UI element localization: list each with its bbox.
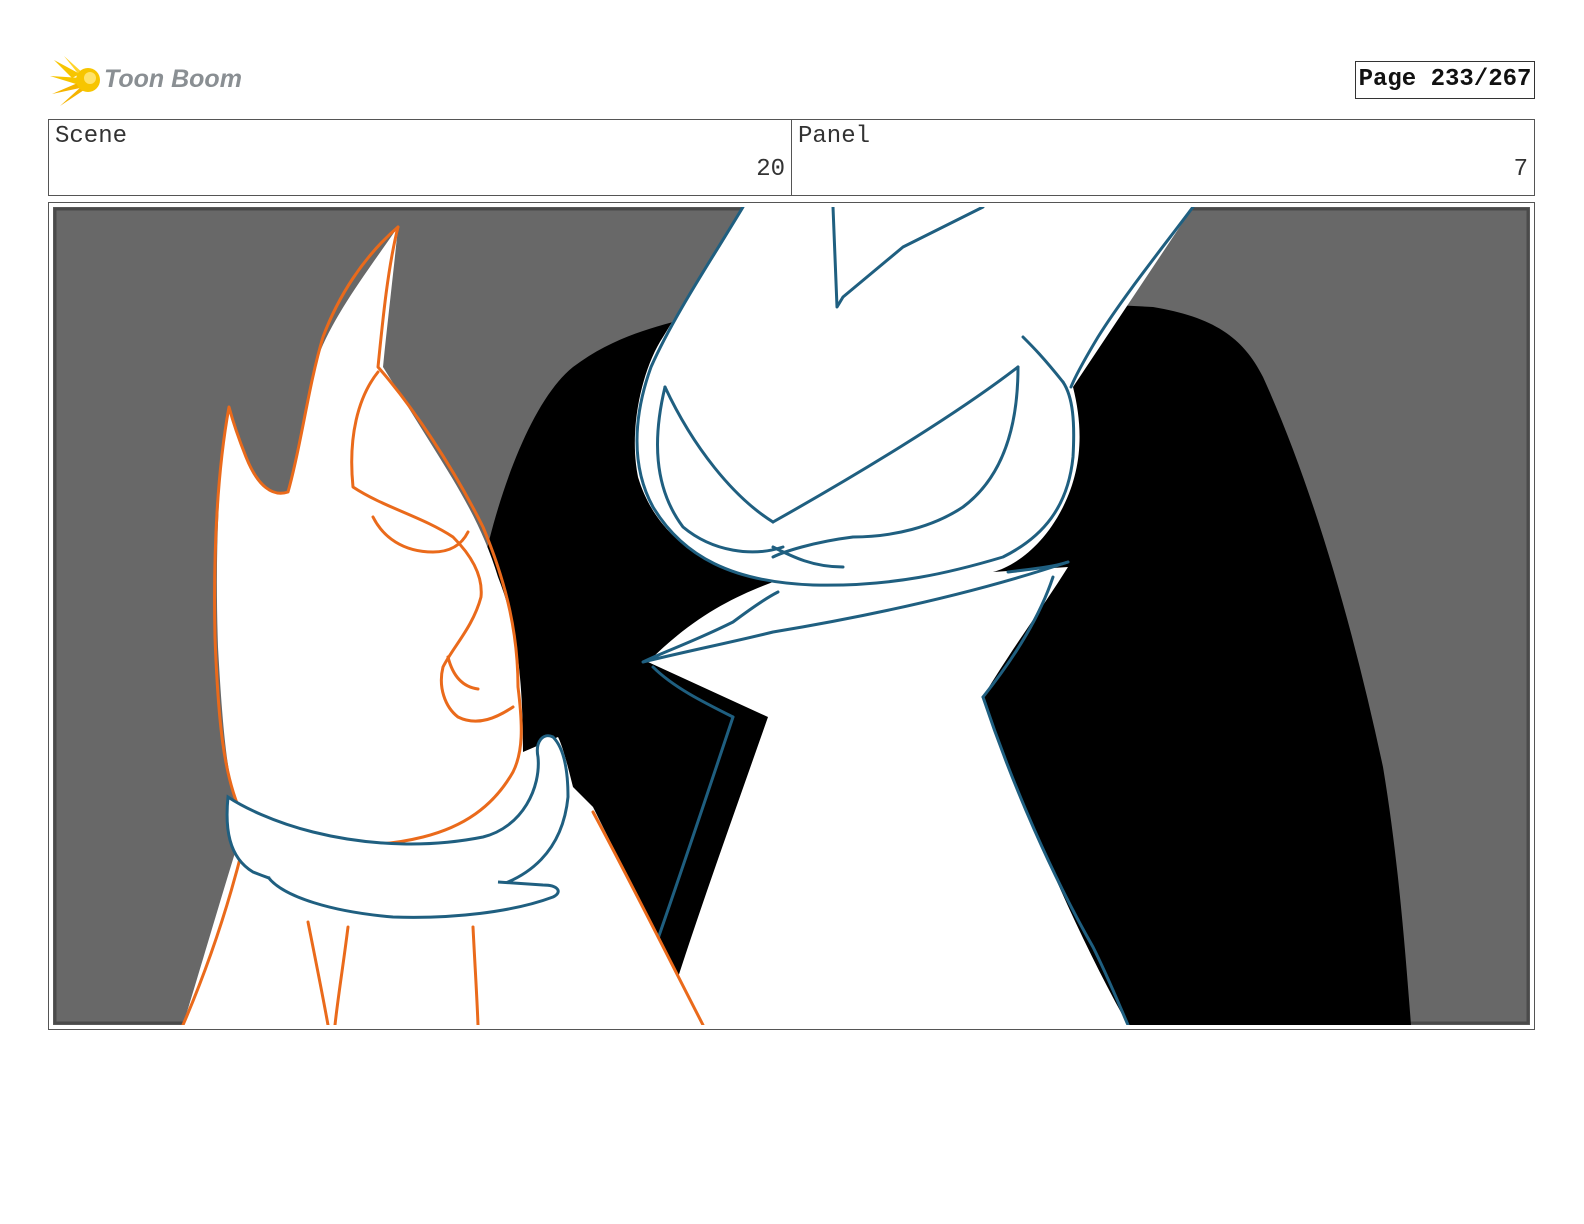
storyboard-panel xyxy=(48,202,1535,1030)
panel-value: 7 xyxy=(1513,156,1528,183)
panel-label: Panel xyxy=(798,123,871,150)
scene-cell: Scene 20 xyxy=(49,120,792,195)
panel-cell: Panel 7 xyxy=(792,120,1534,195)
logo-text: Toon Boom xyxy=(104,65,242,93)
starburst-logo-icon xyxy=(50,56,100,106)
panel-drawing xyxy=(53,207,1530,1025)
scene-value: 20 xyxy=(756,156,785,183)
scene-panel-info: Scene 20 Panel 7 xyxy=(48,119,1535,196)
scene-label: Scene xyxy=(55,123,128,150)
toon-boom-logo: Toon Boom xyxy=(50,54,250,110)
page-number: Page 233/267 xyxy=(1355,61,1535,99)
